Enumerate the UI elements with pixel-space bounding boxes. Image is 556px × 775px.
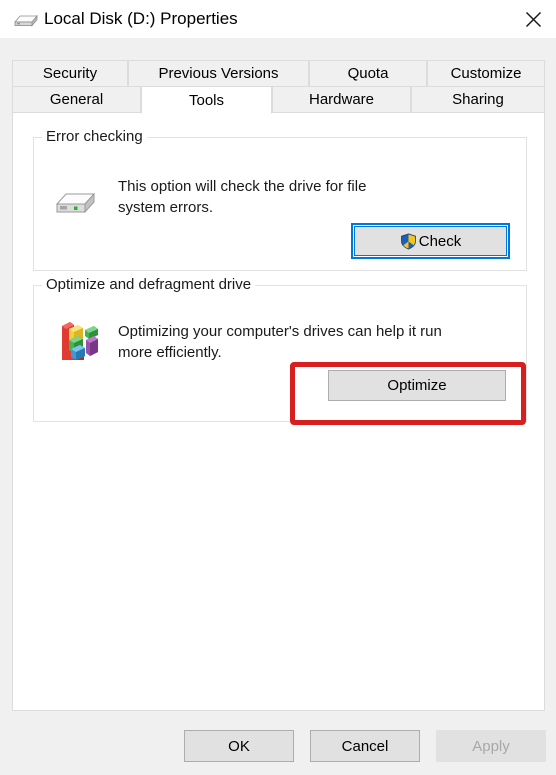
optimize-description: Optimizing your computer's drives can he…: [118, 323, 442, 361]
error-checking-legend: Error checking: [42, 128, 147, 145]
tab-tools[interactable]: Tools: [141, 86, 272, 114]
optimize-legend: Optimize and defragment drive: [42, 276, 256, 293]
tab-strip: Security Previous Versions Quota Customi…: [12, 60, 545, 114]
defragment-icon: [54, 318, 100, 369]
uac-shield-icon: [400, 232, 417, 250]
cancel-button[interactable]: Cancel: [310, 730, 420, 762]
tab-security[interactable]: Security: [12, 60, 128, 87]
tab-sharing[interactable]: Sharing: [411, 86, 545, 113]
hard-drive-icon: [13, 11, 39, 28]
optimize-group: Optimize and defragment drive Optimizing…: [33, 276, 527, 422]
hard-drive-icon: [54, 186, 98, 223]
ok-button[interactable]: OK: [184, 730, 294, 762]
tab-row-lower: General Tools Hardware Sharing: [12, 86, 545, 114]
title-bar: Local Disk (D:) Properties: [0, 0, 556, 38]
tab-quota[interactable]: Quota: [309, 60, 427, 87]
check-button[interactable]: Check: [351, 223, 510, 259]
apply-button-label: Apply: [472, 737, 510, 755]
tab-customize[interactable]: Customize: [427, 60, 545, 87]
close-icon: [525, 11, 542, 28]
check-button-label: Check: [418, 232, 462, 250]
optimize-button-label: Optimize: [387, 377, 447, 394]
tab-hardware[interactable]: Hardware: [272, 86, 411, 113]
window-title: Local Disk (D:) Properties: [44, 9, 238, 28]
tab-row-upper: Security Previous Versions Quota Customi…: [12, 60, 545, 87]
error-checking-description: This option will check the drive for fil…: [118, 178, 367, 216]
close-button[interactable]: [510, 0, 556, 38]
apply-button: Apply: [436, 730, 546, 762]
tab-previous-versions[interactable]: Previous Versions: [128, 60, 309, 87]
error-checking-group: Error checking This option will check th…: [33, 128, 527, 271]
tab-general[interactable]: General: [12, 86, 141, 113]
tab-content-panel: Error checking This option will check th…: [12, 113, 545, 711]
optimize-button[interactable]: Optimize: [328, 370, 506, 401]
ok-button-label: OK: [228, 737, 250, 755]
cancel-button-label: Cancel: [341, 737, 389, 755]
properties-dialog: Local Disk (D:) Properties Security Prev…: [0, 0, 556, 775]
